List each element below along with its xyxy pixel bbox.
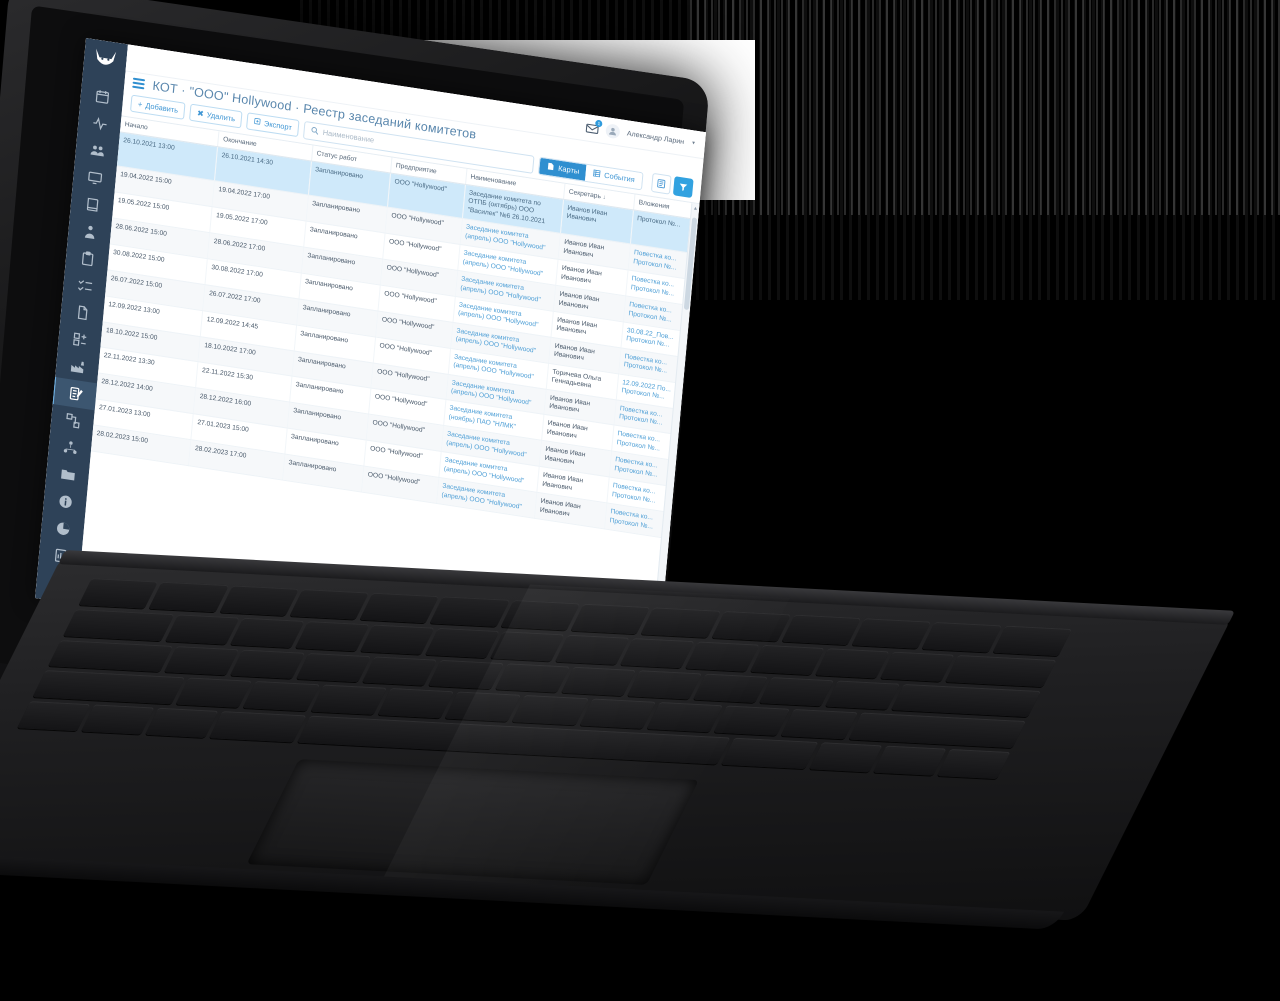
keyboard-key bbox=[780, 709, 858, 740]
plus-icon: + bbox=[137, 99, 143, 109]
keyboard-key bbox=[362, 656, 438, 687]
delete-button-label: Удалить bbox=[206, 110, 236, 124]
keyboard-key bbox=[921, 621, 1002, 653]
add-button[interactable]: + Добавить bbox=[129, 94, 186, 120]
tab-events-label: События bbox=[603, 170, 636, 185]
keyboard-key bbox=[377, 688, 454, 719]
hamburger-menu-icon[interactable] bbox=[132, 77, 146, 90]
keyboard-key bbox=[17, 701, 91, 732]
keyboard-key bbox=[873, 745, 947, 776]
keyboard-key bbox=[825, 680, 901, 711]
scene-background: 1 Александр Ларин ▾ КОТ · "ООО" Hollywoo… bbox=[0, 0, 1280, 1001]
chevron-down-icon[interactable]: ▾ bbox=[692, 140, 695, 146]
add-button-label: Добавить bbox=[145, 100, 179, 115]
tab-events[interactable]: События bbox=[585, 164, 643, 189]
export-button-label: Экспорт bbox=[263, 118, 293, 133]
keyboard-key bbox=[992, 625, 1072, 656]
keyboard-key bbox=[851, 618, 932, 649]
keyboard-key bbox=[781, 614, 862, 645]
laptop-base bbox=[0, 550, 1280, 1001]
keyboard-key bbox=[47, 639, 174, 673]
keyboard-key bbox=[219, 585, 299, 616]
laptop-mockup: 1 Александр Ларин ▾ КОТ · "ООО" Hollywoo… bbox=[0, 0, 1280, 1001]
keyboard-key bbox=[721, 737, 819, 770]
export-icon bbox=[254, 117, 262, 127]
tab-cards-label: Карты bbox=[557, 163, 580, 176]
keyboard-key bbox=[359, 592, 440, 623]
keyboard-key bbox=[310, 684, 387, 715]
keyboard-key bbox=[145, 707, 219, 738]
keyboard-key bbox=[229, 649, 306, 680]
cat-logo-icon bbox=[87, 43, 124, 78]
keyboard-key bbox=[32, 670, 185, 705]
mail-icon[interactable]: 1 bbox=[585, 119, 603, 136]
keyboard-key bbox=[880, 651, 955, 682]
keyboard-key bbox=[81, 704, 155, 735]
keyboard-key bbox=[945, 654, 1057, 687]
keyboard-key bbox=[937, 749, 1011, 780]
keyboard-key bbox=[242, 681, 320, 712]
delete-button[interactable]: ✖ Удалить bbox=[189, 103, 243, 129]
view-option-buttons bbox=[650, 172, 694, 199]
grid-icon bbox=[593, 168, 602, 179]
keyboard-key bbox=[148, 581, 229, 612]
keyboard-key bbox=[815, 647, 890, 678]
keyboard-key bbox=[229, 617, 305, 648]
keyboard-key bbox=[848, 712, 1026, 749]
keyboard-key bbox=[289, 589, 370, 620]
export-button[interactable]: Экспорт bbox=[246, 112, 300, 138]
keyboard-key bbox=[63, 608, 175, 641]
keyboard-key bbox=[175, 677, 253, 708]
keyboard-key bbox=[891, 683, 1042, 718]
keyboard-key bbox=[360, 624, 435, 655]
keyboard-key bbox=[78, 578, 159, 609]
column-header-secretary-label: Секретарь bbox=[568, 188, 602, 201]
user-name[interactable]: Александр Ларин bbox=[627, 130, 685, 146]
mail-badge: 1 bbox=[595, 119, 603, 128]
close-icon: ✖ bbox=[196, 108, 205, 119]
keyboard-key bbox=[164, 614, 240, 645]
avatar[interactable] bbox=[605, 123, 621, 140]
keyboard-key bbox=[209, 711, 307, 743]
tab-cards[interactable]: Карты bbox=[539, 157, 587, 181]
keyboard-key bbox=[758, 676, 835, 707]
keyboard-key bbox=[430, 596, 510, 627]
scroll-up-arrow-icon[interactable]: ▲ bbox=[692, 203, 700, 214]
keyboard-key bbox=[163, 645, 240, 676]
filter-button[interactable] bbox=[672, 176, 694, 199]
keyboard-key bbox=[425, 627, 500, 658]
sort-arrow-icon: ↓ bbox=[602, 194, 607, 202]
search-placeholder: Наименование bbox=[322, 127, 375, 145]
keyboard-key bbox=[295, 652, 372, 683]
search-icon bbox=[310, 125, 319, 136]
keyboard-key bbox=[809, 742, 883, 773]
keyboard-key bbox=[294, 620, 370, 651]
card-icon bbox=[547, 161, 556, 172]
list-view-button[interactable] bbox=[650, 172, 672, 195]
